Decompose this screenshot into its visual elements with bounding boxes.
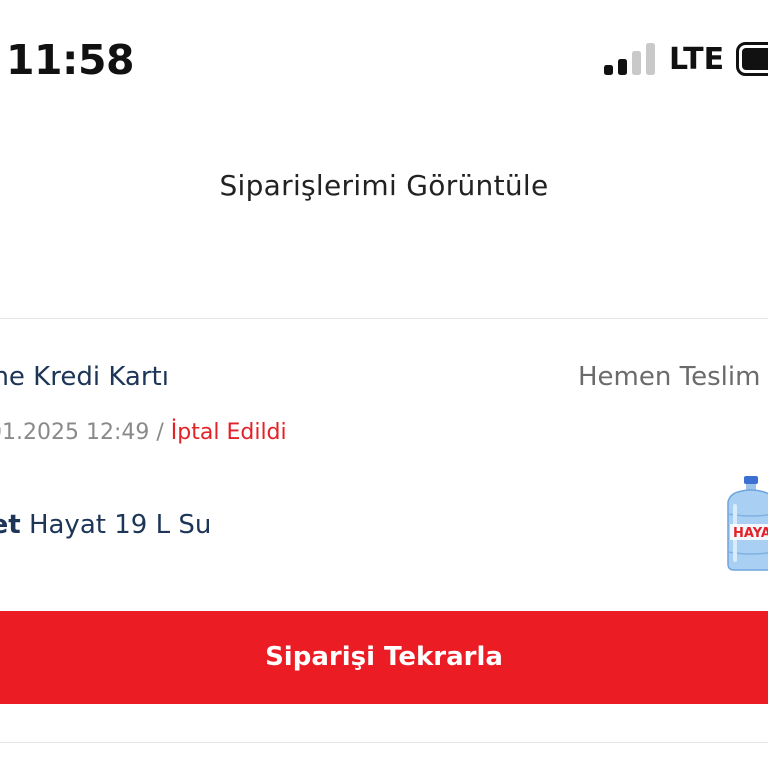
status-time: 11:58 [6, 36, 135, 84]
battery-icon [736, 42, 768, 76]
header-divider [0, 318, 768, 319]
cellular-signal-icon [604, 43, 655, 75]
payment-method: line Kredi Kartı [0, 362, 169, 392]
product-name: Hayat 19 L Su [28, 510, 212, 540]
product-quantity: det [0, 510, 21, 540]
delivery-type: Hemen Teslim [578, 362, 761, 392]
date-status-separator: / [156, 420, 164, 445]
water-bottle-icon: HAYAT [727, 476, 768, 571]
page-title: Siparişlerimi Görüntüle [219, 169, 549, 202]
repeat-order-button[interactable]: Siparişi Tekrarla [0, 611, 768, 704]
order-status-badge: İptal Edildi [170, 420, 287, 445]
bottle-brand-label: HAYAT [733, 526, 768, 541]
order-date-status: 01.2025 12:49 / İptal Edildi [0, 418, 287, 448]
order-history-screen: 11:58 LTE Siparişlerimi Görüntüle line K… [0, 0, 768, 768]
card-divider [0, 742, 768, 743]
order-product: det Hayat 19 L Su [0, 508, 211, 542]
order-date: 01.2025 12:49 [0, 420, 150, 445]
network-type: LTE [669, 42, 725, 77]
